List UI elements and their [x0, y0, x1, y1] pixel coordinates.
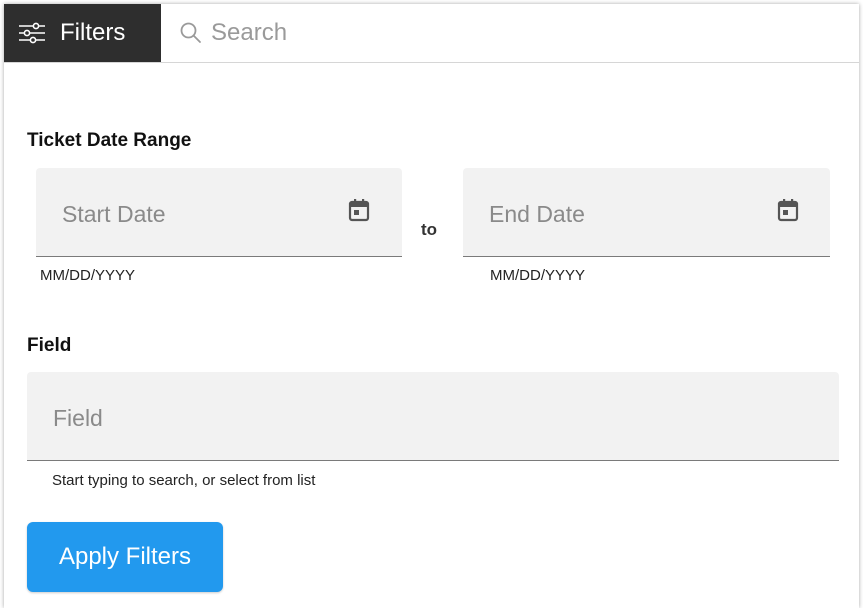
sliders-icon — [19, 22, 45, 44]
start-date-placeholder: Start Date — [62, 201, 166, 227]
filters-button-label: Filters — [60, 19, 126, 46]
calendar-icon[interactable] — [777, 198, 799, 222]
field-hint: Start typing to search, or select from l… — [52, 472, 316, 489]
search-bar — [161, 4, 859, 62]
date-range-title: Ticket Date Range — [27, 130, 192, 151]
date-range-separator: to — [421, 220, 438, 239]
search-input[interactable] — [211, 19, 811, 47]
end-date-placeholder: End Date — [489, 201, 585, 227]
search-icon — [180, 22, 201, 43]
start-date-hint: MM/DD/YYYY — [40, 267, 136, 284]
field-title: Field — [27, 335, 72, 356]
end-date-hint: MM/DD/YYYY — [490, 267, 586, 284]
filter-panel: Filters Ticket Date Range Start Date MM/… — [4, 4, 859, 608]
calendar-icon[interactable] — [348, 198, 370, 222]
top-bar: Filters — [4, 4, 859, 63]
apply-filters-button[interactable]: Apply Filters — [27, 522, 223, 592]
field-placeholder: Field — [53, 405, 103, 431]
start-date-field[interactable]: Start Date — [36, 168, 402, 257]
filters-button[interactable]: Filters — [4, 4, 161, 62]
field-input[interactable]: Field — [27, 372, 839, 461]
end-date-field[interactable]: End Date — [463, 168, 830, 257]
